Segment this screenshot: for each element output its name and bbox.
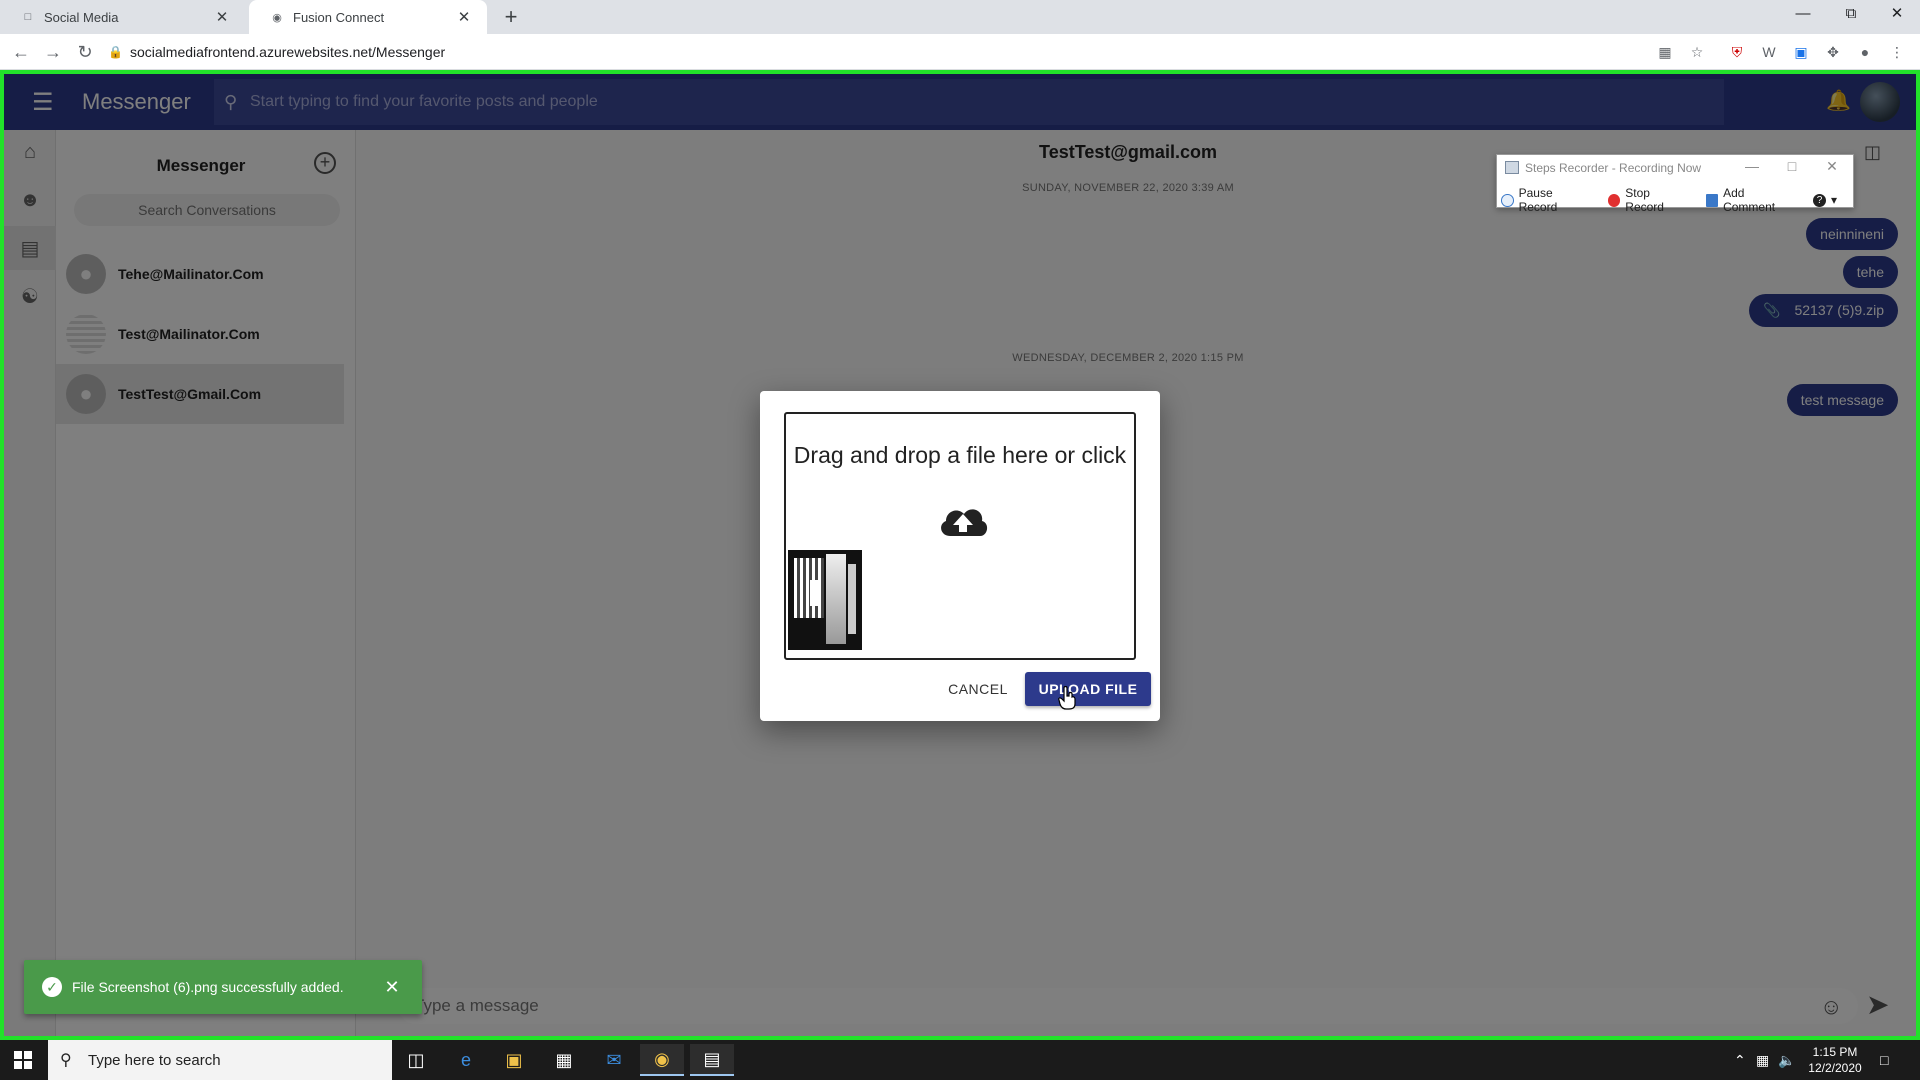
forward-icon[interactable]: → [40,39,66,65]
lock-icon: 🔒 [108,45,123,59]
mail-icon[interactable]: ✉ [592,1044,636,1076]
w-extension-icon[interactable]: W [1758,41,1780,63]
upload-dialog: Drag and drop a file here or click CANCE… [760,391,1160,721]
restore-icon[interactable]: ⧉ [1828,0,1874,30]
steps-recorder-taskbar-icon[interactable]: ▤ [690,1044,734,1076]
browser-tab-social-media[interactable]: □ Social Media ✕ [0,0,245,34]
minimize-icon[interactable]: — [1780,0,1826,30]
puzzle-icon[interactable]: ✥ [1822,41,1844,63]
help-icon: ? [1812,193,1826,207]
window-close-icon[interactable]: ✕ [1874,0,1920,30]
taskbar-clock[interactable]: 1:15 PM 12/2/2020 [1790,1044,1880,1076]
dropdown-icon: ▾ [1830,193,1837,207]
minimize-icon[interactable]: — [1737,158,1767,174]
add-comment-button[interactable]: Add Comment [1705,186,1797,214]
chevron-up-icon[interactable]: ⌃ [1734,1040,1746,1080]
steps-recorder-title: Steps Recorder - Recording Now [1525,161,1702,175]
taskbar-search[interactable]: ⚲ Type here to search [48,1040,392,1080]
edge-icon[interactable]: e [444,1044,488,1076]
steps-recorder-window: Steps Recorder - Recording Now — □ ✕ Pau… [1496,154,1854,214]
tab-title: Social Media [44,9,119,25]
browser-toolbar: ← → ↻ 🔒 socialmediafrontend.azurewebsite… [0,34,1920,70]
translate-icon[interactable]: ▦ [1654,41,1676,63]
snackbar-message: File Screenshot (6).png successfully add… [72,979,344,995]
dropzone-text: Drag and drop a file here or click [793,442,1127,468]
stop-icon [1607,193,1621,207]
store-icon[interactable]: ▦ [542,1044,586,1076]
help-button[interactable]: ? ▾ [1812,193,1837,207]
comment-icon [1705,193,1719,207]
globe-icon: ◉ [272,11,282,24]
new-tab-button[interactable]: + [498,4,524,30]
close-icon[interactable]: ✕ [213,8,231,26]
close-icon[interactable]: ✕ [1817,158,1847,175]
upload-file-button[interactable]: UPLOAD FILE [1025,672,1151,706]
reload-icon[interactable]: ↻ [72,39,98,65]
pause-icon [1501,193,1514,207]
close-icon[interactable]: ✕ [380,977,404,998]
steps-recorder-actions: Pause Record Stop Record Add Comment ? ▾ [1501,186,1853,214]
shield-extension-icon[interactable]: ⛨ [1726,41,1748,63]
stop-record-button[interactable]: Stop Record [1607,186,1690,214]
clock-date: 12/2/2020 [1808,1061,1862,1075]
search-icon: ⚲ [60,1052,72,1069]
success-snackbar: ✓ File Screenshot (6).png successfully a… [24,960,422,1014]
pause-record-button[interactable]: Pause Record [1501,186,1592,214]
url-text: socialmediafrontend.azurewebsites.net/Me… [130,44,446,60]
browser-tabstrip: □ Social Media ✕ ◉ Fusion Connect ✕ + — … [0,0,1920,34]
file-dropzone[interactable]: Drag and drop a file here or click [784,412,1136,660]
page-icon: □ [24,11,32,23]
add-comment-label: Add Comment [1723,186,1776,214]
steps-recorder-icon [1505,161,1519,174]
chrome-icon[interactable]: ◉ [640,1044,684,1076]
kebab-menu-icon[interactable]: ⋮ [1886,41,1908,63]
network-icon[interactable]: ▦ [1756,1040,1769,1080]
back-icon[interactable]: ← [8,39,34,65]
maximize-icon[interactable]: □ [1777,158,1807,174]
taskbar-search-placeholder: Type here to search [88,1051,221,1069]
stop-record-label: Stop Record [1625,186,1664,214]
profile-icon[interactable]: ● [1854,41,1876,63]
close-icon[interactable]: ✕ [455,8,473,26]
s-extension-icon[interactable]: ▣ [1790,41,1812,63]
file-thumbnail [788,550,862,650]
tab-title: Fusion Connect [293,9,385,25]
file-explorer-icon[interactable]: ▣ [492,1044,536,1076]
notifications-icon[interactable]: □ [1880,1040,1888,1080]
windows-start-icon[interactable] [14,1051,32,1069]
browser-tab-fusion-connect[interactable]: ◉ Fusion Connect ✕ [249,0,487,34]
task-view-icon[interactable]: ◫ [394,1044,438,1076]
taskbar: ⚲ Type here to search ◫ e ▣ ▦ ✉ ◉ ▤ ⌃ ▦ … [0,1040,1920,1080]
clock-time: 1:15 PM [1812,1045,1858,1059]
bookmark-star-icon[interactable]: ☆ [1686,41,1708,63]
address-bar[interactable]: 🔒 socialmediafrontend.azurewebsites.net/… [108,38,1638,66]
cloud-upload-icon [941,509,988,536]
hand-cursor-icon [1058,686,1076,710]
pause-record-label: Pause Record [1518,186,1558,214]
cancel-button[interactable]: CANCEL [940,672,1016,706]
check-circle-icon: ✓ [42,977,62,997]
